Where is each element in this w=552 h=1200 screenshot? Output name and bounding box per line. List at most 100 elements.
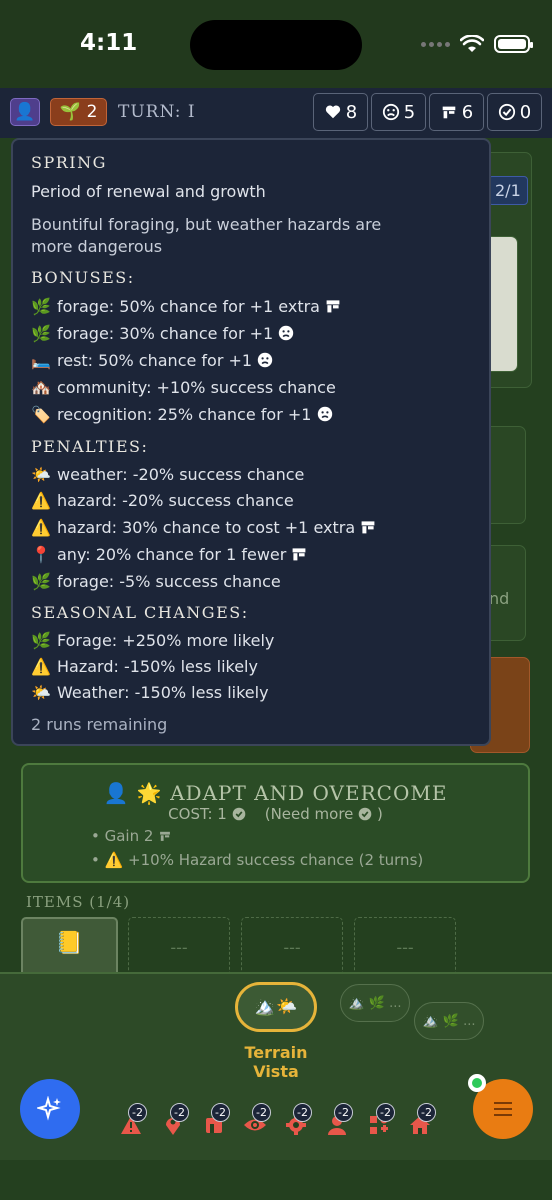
location-action[interactable]: -2 bbox=[160, 1103, 189, 1138]
shelter-icon bbox=[160, 831, 171, 841]
turn-value: I bbox=[187, 102, 196, 122]
adapt-effect-1-text: • Gain 2 bbox=[91, 827, 154, 845]
hazard-action[interactable]: -2 bbox=[118, 1103, 147, 1138]
houses-icon: 🏘️ bbox=[31, 378, 51, 397]
terrain-selector-active[interactable]: 🏔️🌤️ bbox=[235, 982, 317, 1032]
health-stat[interactable]: 8 bbox=[313, 93, 368, 131]
change-text: Weather: -150% less likely bbox=[57, 683, 269, 702]
adapt-card-title-text: ADAPT AND OVERCOME bbox=[170, 781, 448, 805]
status-icons bbox=[421, 35, 533, 53]
change-text: Hazard: -150% less likely bbox=[57, 657, 258, 676]
label-icon: 🏷️ bbox=[31, 405, 51, 424]
terrain-label: Terrain Vista bbox=[216, 1043, 336, 1081]
herb-icon: 🌿 bbox=[31, 324, 51, 343]
adapt-card-icons: 👤 🌟 bbox=[103, 781, 163, 805]
check-badge-icon bbox=[358, 807, 372, 821]
cost-badge: -2 bbox=[417, 1103, 436, 1122]
frown-icon bbox=[257, 352, 273, 368]
cost-badge: -2 bbox=[170, 1103, 189, 1122]
tooltip-description-line2: more dangerous bbox=[31, 237, 163, 256]
bonuses-heading: BONUSES: bbox=[31, 268, 135, 287]
shelter-stat[interactable]: 6 bbox=[429, 93, 484, 131]
change-text: Forage: +250% more likely bbox=[57, 631, 275, 650]
frown-icon bbox=[279, 325, 294, 341]
tools-action[interactable]: -2 bbox=[366, 1103, 395, 1138]
need-more-close: ) bbox=[376, 805, 383, 823]
items-label: ITEMS (1/4) bbox=[26, 893, 131, 911]
runs-remaining: 2 runs remaining bbox=[31, 715, 168, 734]
scout-action[interactable]: -2 bbox=[242, 1103, 271, 1138]
item-slot-empty[interactable]: --- bbox=[241, 917, 343, 977]
person-action[interactable]: -2 bbox=[324, 1103, 353, 1138]
bonus-text: recognition: 25% chance for +1 bbox=[57, 405, 312, 424]
frown-icon bbox=[317, 406, 332, 422]
herb-icon: 🌿 bbox=[31, 631, 51, 650]
morale-stat[interactable]: 5 bbox=[371, 93, 426, 131]
tooltip-title: SPRING bbox=[31, 153, 107, 172]
penalty-item: 📍 any: 20% chance for 1 fewer bbox=[31, 545, 307, 564]
season-button[interactable]: 🌱 2 bbox=[50, 98, 107, 126]
change-item: 🌤️ Weather: -150% less likely bbox=[31, 683, 269, 702]
bonus-item: 🏷️ recognition: 25% chance for +1 bbox=[31, 405, 333, 424]
bonus-text: forage: 30% chance for +1 bbox=[57, 324, 274, 343]
background-counter: 2/1 bbox=[488, 176, 528, 205]
herb-icon: 🌿 bbox=[31, 297, 51, 316]
dynamic-island bbox=[190, 20, 362, 70]
wifi-icon bbox=[460, 35, 484, 52]
status-bar: 4:11 bbox=[0, 0, 552, 88]
settings-action[interactable]: -2 bbox=[283, 1103, 312, 1138]
adapt-card-cost: COST: 1 (Need more ) bbox=[23, 805, 528, 823]
bottom-safe-area bbox=[0, 1160, 552, 1200]
heart-icon bbox=[325, 105, 340, 119]
shelter-icon bbox=[293, 548, 306, 561]
penalty-text: any: 20% chance for 1 fewer bbox=[57, 545, 287, 564]
pin-icon: 📍 bbox=[31, 545, 51, 564]
penalty-item: ⚠️ hazard: 30% chance to cost +1 extra bbox=[31, 518, 376, 537]
check-badge-icon bbox=[232, 807, 245, 821]
warning-icon: ⚠️ bbox=[31, 491, 51, 510]
penalty-item: 🌿 forage: -5% success chance bbox=[31, 572, 281, 591]
adapt-effect-2: • ⚠️ +10% Hazard success chance (2 turns… bbox=[91, 851, 424, 869]
menu-icon bbox=[494, 1102, 512, 1116]
resource-stats: 8 5 6 0 bbox=[313, 93, 542, 131]
item-slot-filled[interactable]: 📒 bbox=[21, 917, 118, 977]
cellular-icon bbox=[421, 41, 450, 47]
terrain-option[interactable]: 🏔️ 🌿 ... bbox=[340, 984, 410, 1022]
sprout-icon: 🌱 bbox=[59, 102, 81, 122]
seasonal-changes-heading: SEASONAL CHANGES: bbox=[31, 603, 249, 622]
penalty-item: 🌤️ weather: -20% success chance bbox=[31, 465, 304, 484]
bonus-item: 🌿 forage: 50% chance for +1 extra bbox=[31, 297, 341, 316]
frown-icon bbox=[382, 103, 399, 121]
change-item: 🌿 Forage: +250% more likely bbox=[31, 631, 274, 650]
sun-cloud-icon: 🌤️ bbox=[31, 683, 51, 702]
bonus-item: 🛏️ rest: 50% chance for +1 bbox=[31, 351, 273, 370]
adapt-card-title: 👤 🌟 ADAPT AND OVERCOME bbox=[23, 781, 528, 805]
check-badge-icon bbox=[498, 103, 515, 121]
tooltip-subtitle: Period of renewal and growth bbox=[31, 182, 266, 201]
bonus-item: 🌿 forage: 30% chance for +1 bbox=[31, 324, 294, 343]
shelter-icon bbox=[326, 300, 340, 313]
shelter-action[interactable]: -2 bbox=[201, 1103, 230, 1138]
home-action[interactable]: -2 bbox=[407, 1103, 436, 1138]
cost-badge: -2 bbox=[128, 1103, 147, 1122]
bonus-text: rest: 50% chance for +1 bbox=[57, 351, 253, 370]
sparkle-action-button[interactable] bbox=[20, 1079, 80, 1139]
cost-badge: -2 bbox=[211, 1103, 230, 1122]
season-value: 2 bbox=[86, 102, 98, 122]
penalty-text: weather: -20% success chance bbox=[57, 465, 305, 484]
avatar-button[interactable]: 👤 bbox=[10, 98, 40, 126]
turn-indicator: TURN: I bbox=[118, 102, 196, 122]
cost-badge: -2 bbox=[376, 1103, 395, 1122]
change-item: ⚠️ Hazard: -150% less likely bbox=[31, 657, 258, 676]
penalty-text: hazard: -20% success chance bbox=[57, 491, 294, 510]
herb-icon: 🌿 bbox=[31, 572, 51, 591]
online-status-dot bbox=[468, 1074, 486, 1092]
adapt-and-overcome-card[interactable]: 👤 🌟 ADAPT AND OVERCOME COST: 1 (Need mor… bbox=[21, 763, 530, 883]
shelter-value: 6 bbox=[461, 101, 474, 123]
item-slot-empty[interactable]: --- bbox=[128, 917, 230, 977]
cost-badge: -2 bbox=[293, 1103, 312, 1122]
recognition-stat[interactable]: 0 bbox=[487, 93, 542, 131]
item-slot-empty[interactable]: --- bbox=[354, 917, 456, 977]
health-value: 8 bbox=[345, 101, 358, 123]
terrain-option[interactable]: 🏔️ 🌿 ... bbox=[414, 1002, 484, 1040]
